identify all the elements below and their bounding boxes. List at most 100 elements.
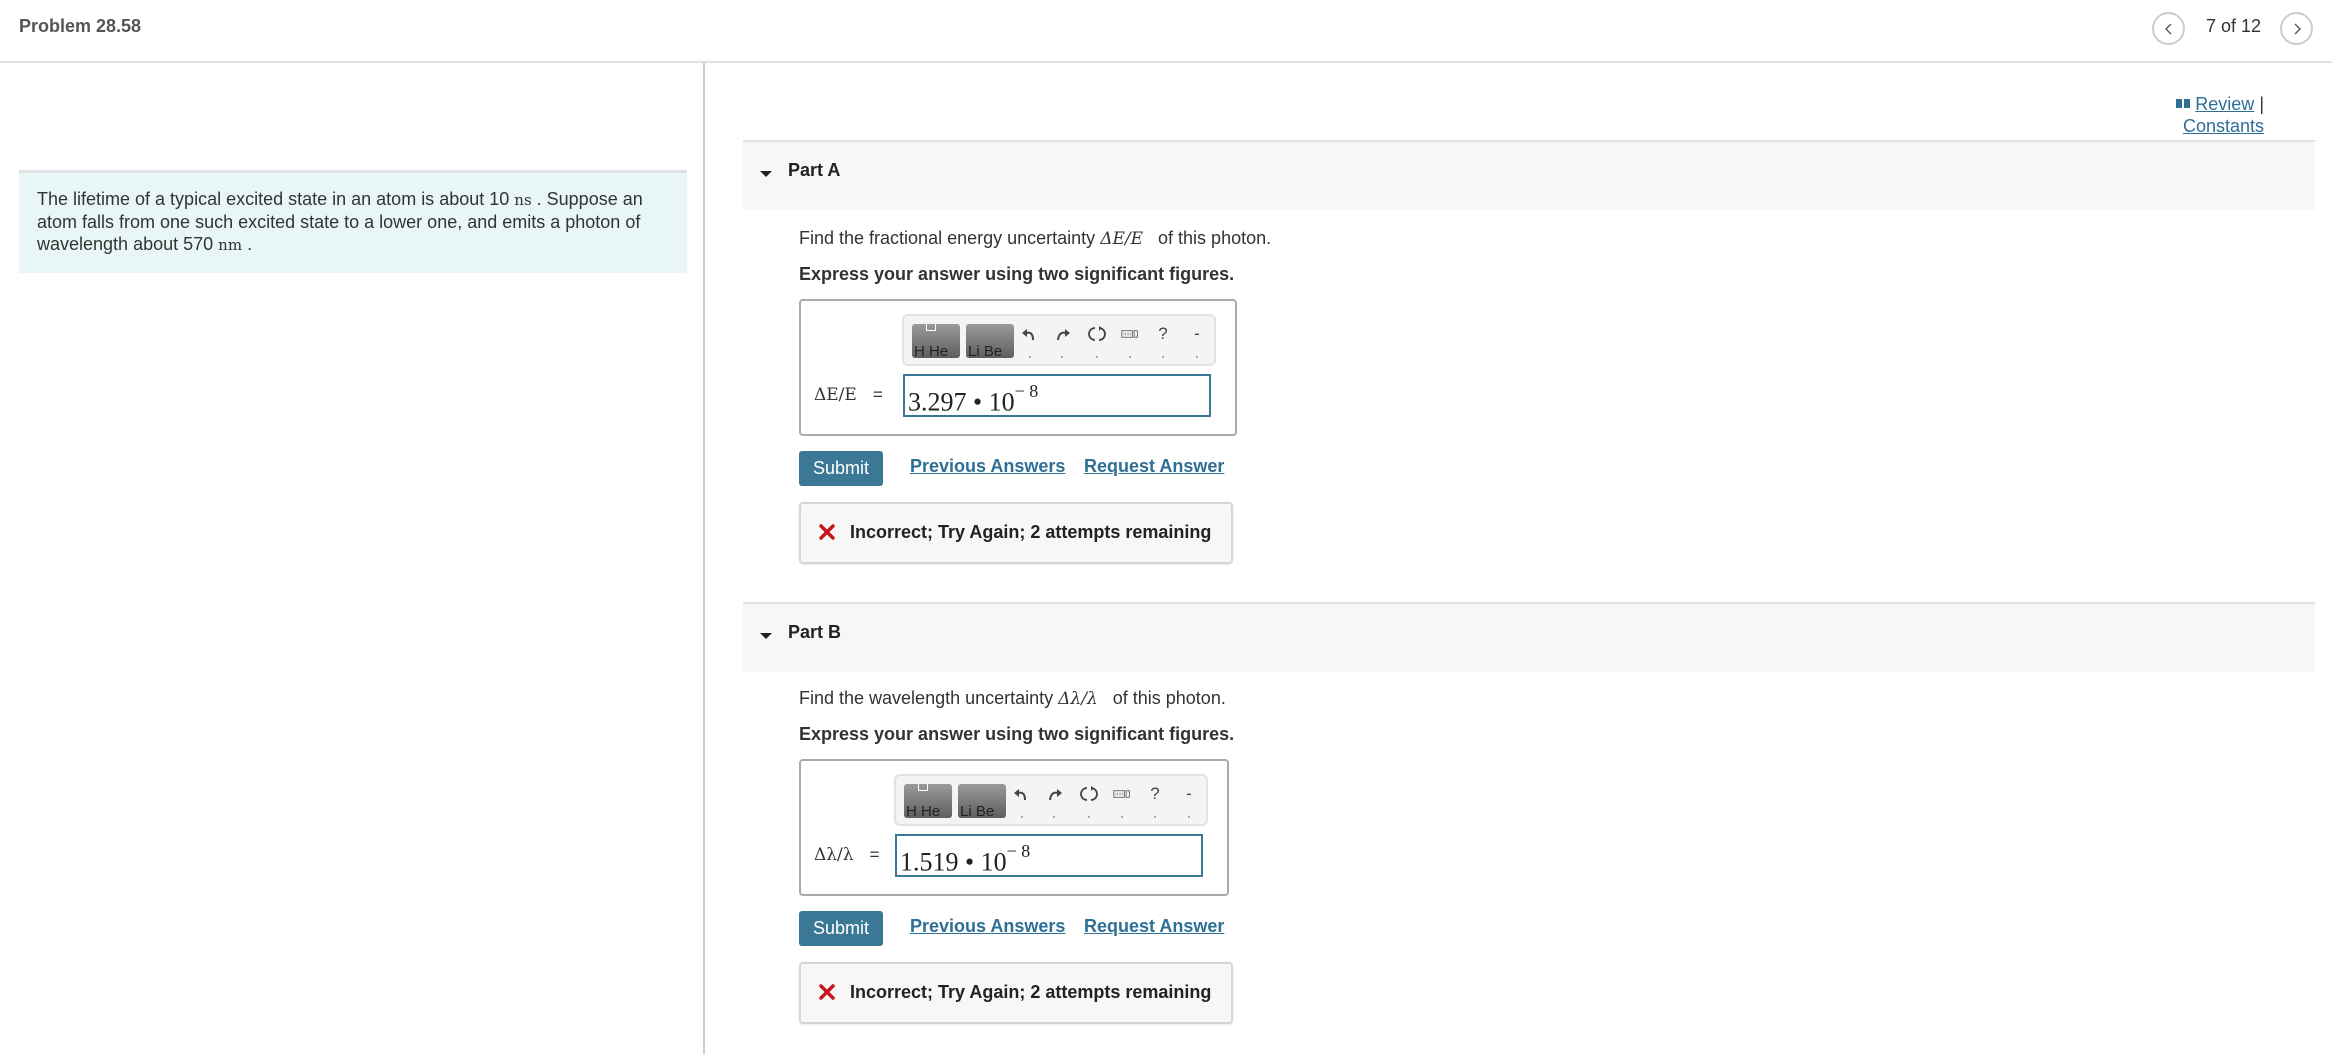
part-a-submit-button[interactable]: Submit (799, 451, 883, 486)
part-b-question: Find the wavelength uncertainty Δλ/λ of … (799, 688, 1226, 709)
template-glyph (926, 324, 936, 331)
templates-button[interactable]: H He (912, 324, 960, 358)
dot (1029, 356, 1031, 358)
question-text: Find the wavelength uncertainty (799, 688, 1054, 708)
part-a-question: Find the fractional energy uncertainty Δ… (799, 228, 1271, 249)
next-problem-button[interactable] (2280, 12, 2313, 45)
part-b-header[interactable]: Part B (743, 602, 2315, 672)
template-glyph (918, 784, 928, 791)
part-a-answer-input[interactable]: 3.297 • 10− 8 (903, 374, 1211, 417)
template-label: H He (906, 803, 941, 818)
answer-label: Δλ/λ = (814, 845, 880, 865)
question-suffix: of this photon. (1158, 228, 1272, 248)
symbols-button[interactable]: Li Be (958, 784, 1006, 818)
dot (1154, 816, 1156, 818)
question-math: Δλ/λ (1058, 689, 1098, 709)
part-b-instruction: Express your answer using two significan… (799, 724, 1235, 744)
part-a-request-answer-link[interactable]: Request Answer (1084, 456, 1224, 477)
answer-variable: ΔE/E (814, 385, 857, 405)
symbols-label: Li Be (968, 343, 1003, 358)
review-separator: | (2259, 94, 2264, 114)
reset-button[interactable] (1084, 322, 1110, 358)
dot (1096, 356, 1098, 358)
collapse-toolbar-button[interactable]: - (1176, 782, 1202, 818)
dot (1129, 356, 1131, 358)
math-toolbar: H He Li Be ? - (902, 314, 1216, 366)
dot (1061, 356, 1063, 358)
undo-icon (1022, 329, 1034, 341)
question-math: ΔE/E (1100, 229, 1144, 249)
keyboard-icon (1113, 790, 1130, 798)
keyboard-button[interactable] (1117, 322, 1143, 358)
question-text: Find the fractional energy uncertainty (799, 228, 1096, 248)
equals-sign: = (869, 845, 880, 864)
part-b-feedback: Incorrect; Try Again; 2 attempts remaini… (799, 962, 1233, 1024)
symbols-button[interactable]: Li Be (966, 324, 1014, 358)
part-b-request-answer-link[interactable]: Request Answer (1084, 916, 1224, 937)
part-a-previous-answers-link[interactable]: Previous Answers (910, 456, 1065, 477)
undo-button[interactable] (1017, 322, 1043, 358)
part-a-header[interactable]: Part A (743, 140, 2315, 210)
problem-intro-panel: The lifetime of a typical excited state … (0, 63, 705, 1054)
part-b-answer-box: H He Li Be ? - Δλ/λ = 1.519 • 10− 8 (799, 759, 1229, 896)
intro-text-3: . (247, 234, 253, 254)
part-a-answer-box: H He Li Be ? - ΔE/E = 3.297 • 10− 8 (799, 299, 1237, 436)
part-a-feedback: Incorrect; Try Again; 2 attempts remaini… (799, 502, 1233, 564)
dot (1088, 816, 1090, 818)
chevron-left-icon (2164, 23, 2171, 34)
incorrect-x-icon (819, 524, 835, 540)
problem-title: Problem 28.58 (19, 16, 142, 36)
undo-button[interactable] (1009, 782, 1035, 818)
part-b-answer-input[interactable]: 1.519 • 10− 8 (895, 834, 1203, 877)
problem-intro: The lifetime of a typical excited state … (19, 170, 687, 273)
answer-mantissa: 1.519 • 10 (900, 847, 1007, 877)
feedback-text: Incorrect; Try Again; 2 attempts remaini… (850, 982, 1212, 1002)
dot (1121, 816, 1123, 818)
template-label: H He (914, 343, 949, 358)
redo-button[interactable] (1049, 322, 1075, 358)
part-b-submit-button[interactable]: Submit (799, 911, 883, 946)
chevron-right-icon (2294, 23, 2301, 34)
help-icon: ? (1150, 784, 1160, 803)
part-b-previous-answers-link[interactable]: Previous Answers (910, 916, 1065, 937)
dot (1053, 816, 1055, 818)
intro-unit-nm: nm (218, 236, 243, 254)
question-suffix: of this photon. (1112, 688, 1226, 708)
undo-icon (1014, 789, 1026, 801)
minus-icon: - (1194, 324, 1200, 343)
review-link[interactable]: Review (2195, 94, 2254, 114)
constants-link[interactable]: Constants (2183, 116, 2264, 136)
collapse-toolbar-button[interactable]: - (1184, 322, 1210, 358)
part-a-title: Part A (788, 160, 841, 180)
dot (1162, 356, 1164, 358)
answer-label: ΔE/E = (814, 385, 883, 405)
redo-icon (1049, 789, 1062, 801)
dot (1021, 816, 1023, 818)
keyboard-button[interactable] (1109, 782, 1135, 818)
keyboard-icon (1121, 330, 1138, 338)
previous-problem-button[interactable] (2152, 12, 2185, 45)
redo-icon (1057, 329, 1070, 341)
answer-mantissa: 3.297 • 10 (908, 387, 1015, 417)
minus-icon: - (1186, 784, 1192, 803)
symbols-label: Li Be (960, 803, 995, 818)
caret-down-icon (760, 633, 772, 639)
dot (1196, 356, 1198, 358)
incorrect-x-icon (819, 984, 835, 1000)
part-b-title: Part B (788, 622, 842, 642)
redo-button[interactable] (1041, 782, 1067, 818)
answer-exponent: − 8 (1014, 381, 1039, 401)
intro-unit-ns: ns (514, 191, 532, 209)
pager-position: 7 of 12 (2206, 16, 2262, 36)
answer-variable: Δλ/λ (814, 845, 854, 865)
problem-header: Problem 28.58 7 of 12 (0, 0, 2332, 63)
reset-icon (1080, 786, 1098, 801)
math-toolbar: H He Li Be ? - (894, 774, 1208, 826)
reset-button[interactable] (1076, 782, 1102, 818)
help-button[interactable]: ? (1150, 322, 1176, 358)
templates-button[interactable]: H He (904, 784, 952, 818)
help-button[interactable]: ? (1142, 782, 1168, 818)
book-icon (2176, 99, 2191, 108)
help-icon: ? (1158, 324, 1168, 343)
intro-text-1: The lifetime of a typical excited state … (37, 189, 510, 209)
